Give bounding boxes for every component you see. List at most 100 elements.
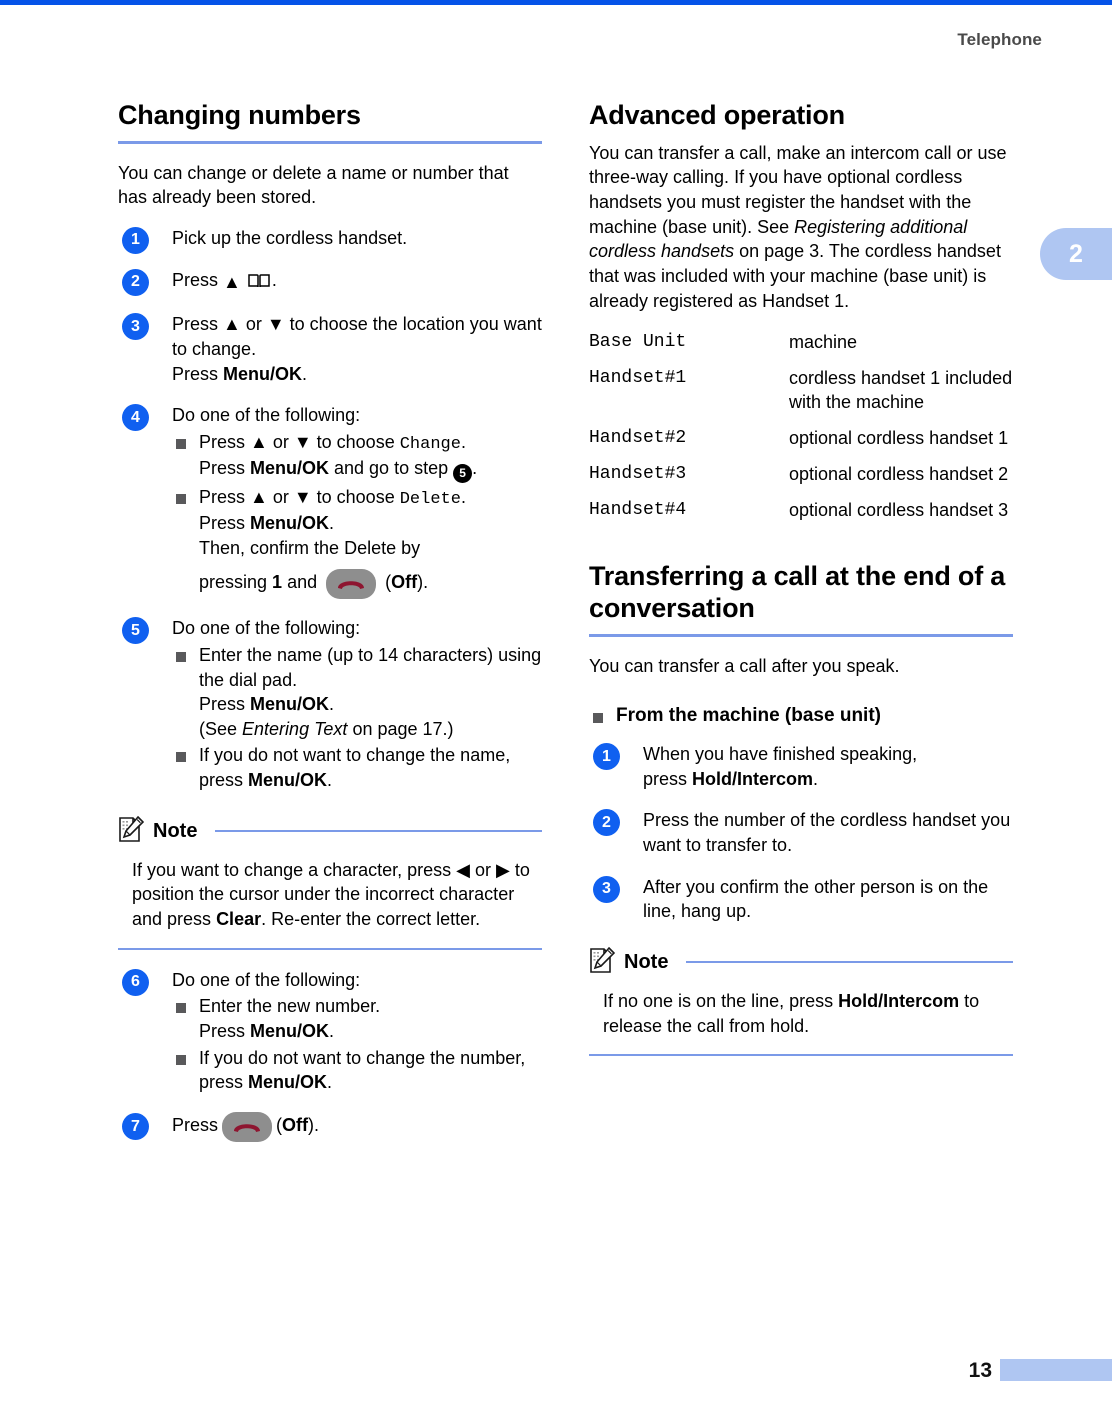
- step-bullet: Enter the new number. Press Menu/OK.: [172, 994, 542, 1043]
- subsection-title-from-machine: From the machine (base unit): [589, 704, 1013, 728]
- table-row: Handset#3 optional cordless handset 2: [589, 461, 1013, 497]
- advanced-operation-intro: You can transfer a call, make an interco…: [589, 141, 1013, 314]
- page-top-accent-bar: [0, 0, 1112, 5]
- table-cell-definition: optional cordless handset 3: [789, 500, 1009, 521]
- step-text-line: When you have finished speaking,: [643, 744, 918, 765]
- step-body: Press the number of the cordless handset…: [643, 808, 1013, 857]
- step-number: 7: [122, 1113, 149, 1141]
- note-pencil-icon: [589, 946, 616, 979]
- table-cell-definition: cordless handset 1 included with the mac…: [789, 368, 1013, 412]
- note-bottom-rule: [589, 1054, 1013, 1057]
- note-text-part: . Re-enter the correct letter.: [261, 909, 481, 930]
- step-item: 2 Press the number of the cordless hands…: [589, 808, 1013, 857]
- up-arrow-icon: ▲: [223, 271, 241, 292]
- note-box: Note If you want to change a character, …: [118, 815, 542, 950]
- off-key-label: Off: [282, 1115, 309, 1136]
- step-lead: Do one of the following:: [172, 969, 361, 990]
- note-title: Note: [153, 819, 198, 842]
- menu-ok-key-label: Menu/OK: [248, 1072, 328, 1093]
- period: .: [327, 770, 333, 791]
- period: .: [329, 694, 335, 715]
- step-item: 2 Press ▲ .: [118, 268, 542, 296]
- step-item: 1 When you have finished speaking, press…: [589, 742, 1013, 791]
- menu-ok-key-label: Menu/OK: [223, 363, 303, 384]
- bullet-line: Then, confirm the Delete by: [199, 537, 421, 558]
- press-label: press: [643, 768, 693, 789]
- step-item: 3 Press ▲ or ▼ to choose the location yo…: [118, 312, 542, 386]
- note-rule: [686, 961, 1013, 964]
- paren: (: [380, 572, 392, 593]
- note-header: Note: [589, 946, 1013, 979]
- hold-intercom-key-label: Hold/Intercom: [838, 990, 960, 1011]
- step-number: 3: [122, 313, 149, 341]
- period: .: [813, 768, 819, 789]
- step-item: 3 After you confirm the other person is …: [589, 875, 1013, 924]
- bullet-text: If you do not want to change the name, p…: [199, 745, 511, 791]
- press-label: Press: [199, 512, 251, 533]
- period: .: [460, 431, 466, 452]
- menu-ok-key-label: Menu/OK: [250, 458, 330, 479]
- table-cell-term: Handset#3: [589, 464, 687, 485]
- step-text-after: .: [271, 269, 277, 290]
- bullet-text: and go to step: [329, 458, 454, 479]
- period: .: [327, 1072, 333, 1093]
- paren: ).: [308, 1115, 320, 1136]
- menu-ok-key-label: Menu/OK: [250, 512, 330, 533]
- step-body: When you have finished speaking, press H…: [643, 742, 1013, 791]
- handset-definition-table: Base Unit machine Handset#1 cordless han…: [589, 329, 1013, 533]
- step-bullet: Enter the name (up to 14 characters) usi…: [172, 643, 542, 742]
- step-number: 6: [122, 968, 149, 996]
- step-text: Press the number of the cordless handset…: [643, 810, 1011, 856]
- note-text: If you want to change a character, press…: [132, 858, 542, 932]
- intro-paragraph: You can change or delete a name or numbe…: [118, 162, 509, 208]
- clear-key-label: Clear: [216, 909, 262, 930]
- step-item: 7 Press (Off).: [118, 1112, 542, 1143]
- bullet-line: Press Menu/OK.: [199, 1019, 542, 1044]
- table-cell-definition: optional cordless handset 1: [789, 427, 1009, 448]
- chapter-tab: 2: [1040, 228, 1112, 280]
- press-label: Press: [199, 1021, 251, 1042]
- bullet-line: Enter the name (up to 14 characters) usi…: [199, 644, 542, 690]
- digit-one-key-label: 1: [272, 572, 283, 593]
- table-cell-definition: machine: [789, 332, 858, 353]
- bullet-text: Press ▲ or ▼ to choose: [199, 431, 400, 452]
- step-body: Do one of the following: Enter the name …: [172, 616, 542, 793]
- page-number: 13: [968, 1359, 992, 1382]
- table-cell-definition: optional cordless handset 2: [789, 464, 1009, 485]
- table-cell-term: Handset#1: [589, 368, 687, 389]
- page-title: Changing numbers: [118, 100, 361, 130]
- bullet-line: If you do not want to change the number,…: [199, 1046, 542, 1095]
- bullet-text: Press ▲ or ▼ to choose: [199, 486, 400, 507]
- bullet-line: (See Entering Text on page 17.): [199, 717, 542, 742]
- off-key-label: Off: [391, 572, 418, 593]
- cross-ref-title: Entering Text: [242, 718, 348, 739]
- cross-ref-page: on page 17.): [347, 718, 454, 739]
- table-cell-term: Base Unit: [589, 332, 687, 353]
- step-bullet: If you do not want to change the number,…: [172, 1046, 542, 1095]
- note-bottom-rule: [118, 947, 542, 950]
- note-title: Note: [624, 950, 669, 973]
- table-cell-term: Handset#2: [589, 427, 687, 448]
- running-head: Telephone: [957, 30, 1042, 49]
- step-text: Press (Off).: [172, 1112, 542, 1143]
- step-text-line: Press ▲ or ▼ to choose the location you …: [172, 314, 542, 359]
- note-text: If no one is on the line, press Hold/Int…: [603, 989, 1013, 1038]
- step-item: 1 Pick up the cordless handset.: [118, 226, 542, 254]
- press-label: Press: [172, 1115, 219, 1136]
- right-column: Advanced operation You can transfer a ca…: [589, 100, 1013, 1074]
- step-number: 2: [593, 809, 620, 837]
- menu-ok-key-label: Menu/OK: [250, 694, 330, 715]
- step-body: Press ▲ .: [172, 268, 542, 296]
- left-column: Changing numbers You can change or delet…: [118, 100, 542, 1159]
- step-body: Press ▲ or ▼ to choose the location you …: [172, 312, 542, 386]
- step-item: 6 Do one of the following: Enter the new…: [118, 968, 542, 1095]
- bullet-text: and: [282, 572, 323, 593]
- bullet-line: Enter the new number.: [199, 996, 381, 1017]
- table-row: Handset#1 cordless handset 1 included wi…: [589, 365, 1013, 424]
- step-number: 4: [122, 404, 149, 432]
- bullet-line: Press Menu/OK.: [199, 692, 542, 717]
- phonebook-book-icon: [248, 271, 270, 296]
- step-number: 1: [122, 226, 149, 254]
- table-row: Base Unit machine: [589, 329, 1013, 365]
- bullet-text: pressing: [199, 572, 273, 593]
